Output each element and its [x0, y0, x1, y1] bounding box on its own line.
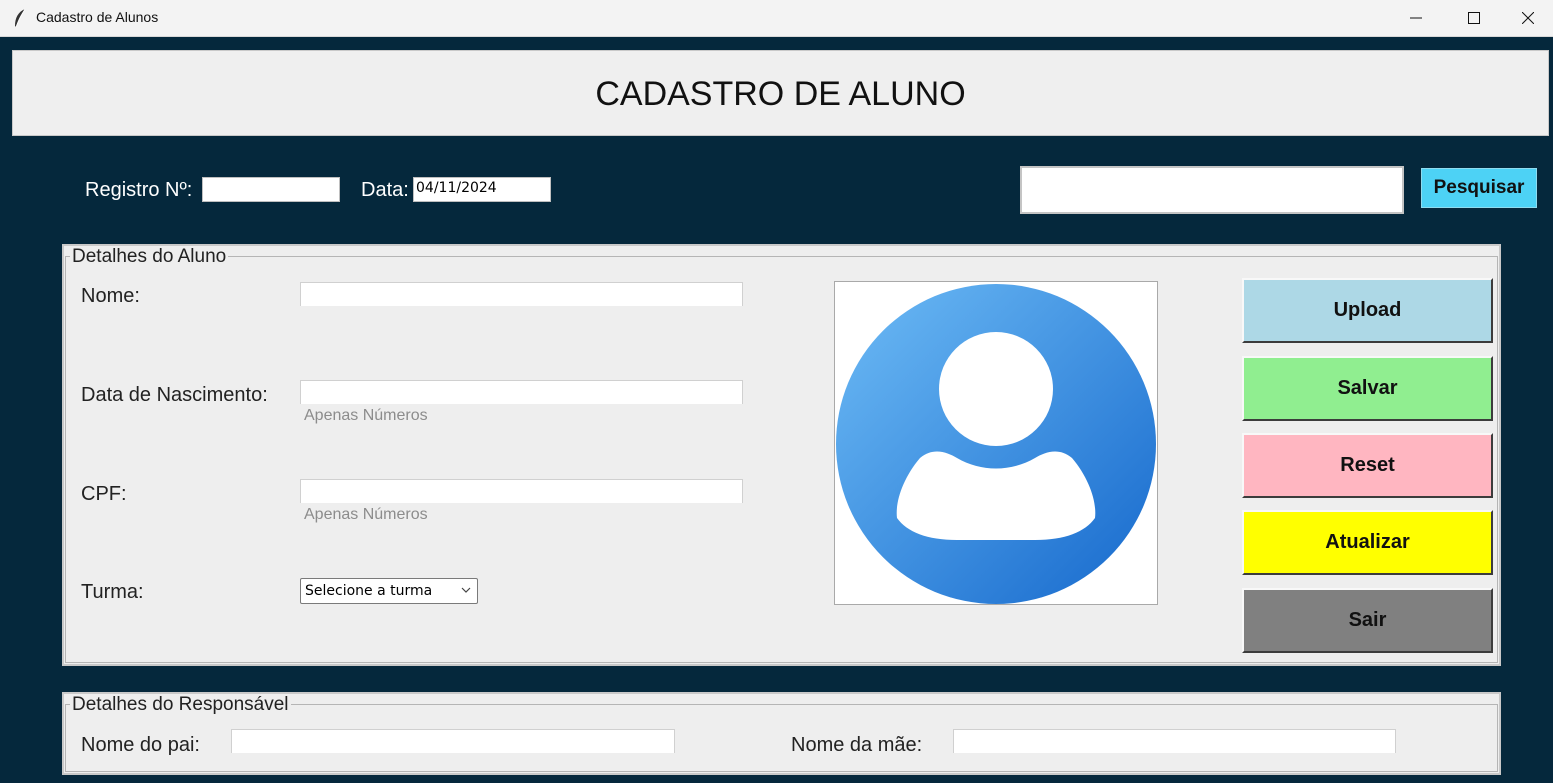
save-button[interactable]: Salvar — [1242, 356, 1493, 421]
close-button[interactable] — [1503, 0, 1553, 36]
student-photo — [834, 281, 1158, 605]
mae-label: Nome da mãe: — [791, 734, 923, 756]
reset-button[interactable]: Reset — [1242, 433, 1493, 498]
nascimento-input[interactable] — [300, 380, 743, 404]
data-input[interactable]: 04/11/2024 — [413, 177, 551, 202]
turma-label: Turma: — [81, 581, 144, 603]
chevron-down-icon — [461, 587, 471, 593]
update-button[interactable]: Atualizar — [1242, 510, 1493, 575]
page-title: CADASTRO DE ALUNO — [595, 75, 966, 113]
close-icon — [1522, 12, 1534, 24]
search-button[interactable]: Pesquisar — [1421, 168, 1537, 208]
mae-input[interactable] — [953, 729, 1396, 753]
pai-input[interactable] — [231, 729, 675, 753]
aluno-details-legend: Detalhes do Aluno — [70, 246, 229, 268]
responsavel-details-legend: Detalhes do Responsável — [70, 694, 291, 716]
turma-selected-value: Selecione a turma — [305, 583, 433, 599]
nome-label: Nome: — [81, 285, 140, 307]
registro-label: Registro Nº: — [85, 179, 193, 201]
cpf-label: CPF: — [81, 483, 127, 505]
cpf-input[interactable] — [300, 479, 743, 503]
search-input[interactable] — [1020, 166, 1404, 214]
cpf-hint: Apenas Números — [304, 506, 428, 523]
minimize-icon — [1410, 17, 1422, 19]
header-panel: CADASTRO DE ALUNO — [12, 50, 1549, 136]
user-avatar-icon — [836, 284, 1156, 604]
pai-label: Nome do pai: — [81, 734, 200, 756]
turma-select[interactable]: Selecione a turma — [300, 578, 478, 604]
data-label: Data: — [361, 179, 409, 201]
nascimento-label: Data de Nascimento: — [81, 384, 268, 406]
minimize-button[interactable] — [1387, 0, 1445, 36]
nome-input[interactable] — [300, 282, 743, 306]
registro-input[interactable] — [202, 177, 340, 202]
upload-button[interactable]: Upload — [1242, 278, 1493, 343]
maximize-icon — [1468, 12, 1480, 24]
window-titlebar: Cadastro de Alunos — [0, 0, 1553, 37]
exit-button[interactable]: Sair — [1242, 588, 1493, 653]
window-title: Cadastro de Alunos — [36, 9, 159, 25]
feather-icon — [15, 8, 26, 28]
maximize-button[interactable] — [1445, 0, 1503, 36]
nascimento-hint: Apenas Números — [304, 407, 428, 424]
